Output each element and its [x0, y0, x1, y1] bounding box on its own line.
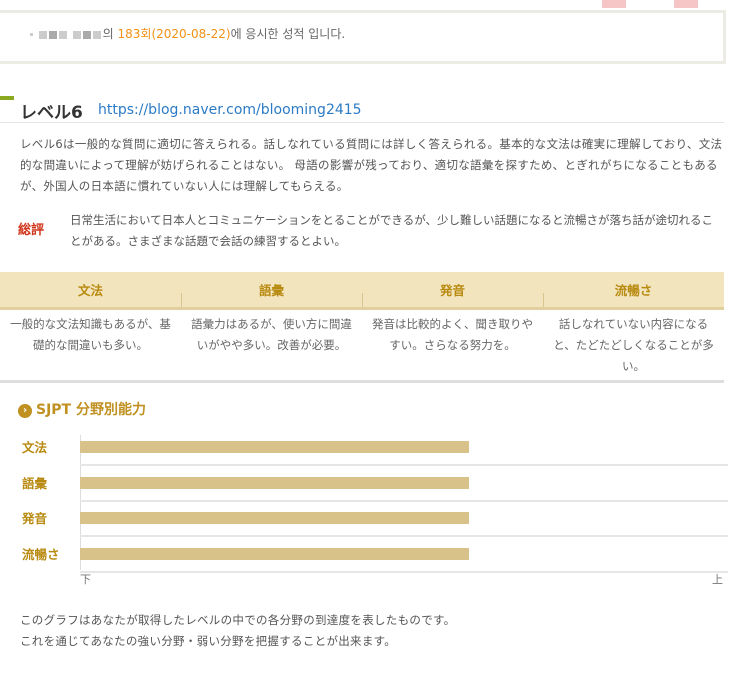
- cell-pronunciation: 発音は比較的よく、聞き取りやすい。さらなる努力を。: [362, 308, 543, 383]
- cell-fluency: 話しなれていない内容になると、たどたどしくなることが多い。: [543, 308, 724, 383]
- cell-vocabulary: 語彙力はあるが、使い方に間違いがやや多い。改善が必要。: [181, 308, 362, 383]
- bar-1: [80, 441, 469, 453]
- gridline: [80, 499, 728, 502]
- header-fluency: 流暢さ: [543, 272, 724, 310]
- result-tail: 에 응시한 성적 입니다.: [230, 27, 346, 41]
- divider: [0, 122, 724, 123]
- footnote-line: このグラフはあなたが取得したレベルの中での各分野の到達度を表したものです。: [20, 613, 456, 627]
- section-marker: [0, 96, 14, 100]
- skill-chart: 下 上 文法語彙発音流暢さ: [0, 425, 743, 595]
- skill-table: 文法 語彙 発音 流暢さ 一般的な文法知識もあるが、基礎的な間違いも多い。 語彙…: [0, 272, 724, 383]
- result-info-text: 의 183회(2020-08-22)에 응시한 성적 입니다.: [30, 25, 345, 42]
- bar-2: [80, 476, 469, 489]
- level-title: レベル6: [20, 103, 83, 123]
- level-description: レベル6は一般的な質問に適切に答えられる。話しなれている質問には詳しく答えられる…: [20, 137, 723, 193]
- header-pronunciation: 発音: [362, 272, 543, 310]
- category-label: 流暢さ: [22, 546, 60, 562]
- redacted-name: [30, 27, 103, 41]
- category-label: 文法: [22, 440, 48, 455]
- bar-3: [80, 512, 469, 524]
- summary-text: 日常生活において日本人とコミュニケーションをとることができるが、少し難しい話題に…: [70, 213, 713, 248]
- gridline: [80, 570, 728, 573]
- category-label: 語彙: [22, 475, 48, 491]
- chart-title-text: SJPT 分野別能力: [36, 402, 146, 418]
- suffix: 의: [102, 27, 118, 41]
- category-label: 発音: [22, 511, 48, 526]
- chevron-right-icon: ›: [18, 404, 32, 418]
- summary-label: 総評: [18, 223, 45, 238]
- footnote-line: これを通じてあなたの強い分野・弱い分野を把握することが出来ます。: [20, 634, 397, 648]
- chart-footnote: このグラフはあなたが取得したレベルの中での各分野の到達度を表したものです。 これ…: [20, 610, 455, 652]
- gridline: [80, 535, 728, 537]
- decorative-logo-fragment: [590, 0, 710, 8]
- cell-grammar: 一般的な文法知識もあるが、基礎的な間違いも多い。: [0, 308, 181, 383]
- chart-title: › SJPT 分野別能力: [18, 399, 146, 419]
- blog-link[interactable]: https://blog.naver.com/blooming2415: [98, 102, 362, 118]
- x-min-label: 下: [80, 573, 91, 586]
- gridline: [80, 464, 728, 466]
- bar-4: [80, 547, 469, 560]
- x-max-label: 上: [712, 573, 723, 586]
- header-grammar: 文法: [0, 272, 181, 310]
- session-info: 183회(2020-08-22): [117, 27, 231, 41]
- header-vocabulary: 語彙: [181, 272, 362, 310]
